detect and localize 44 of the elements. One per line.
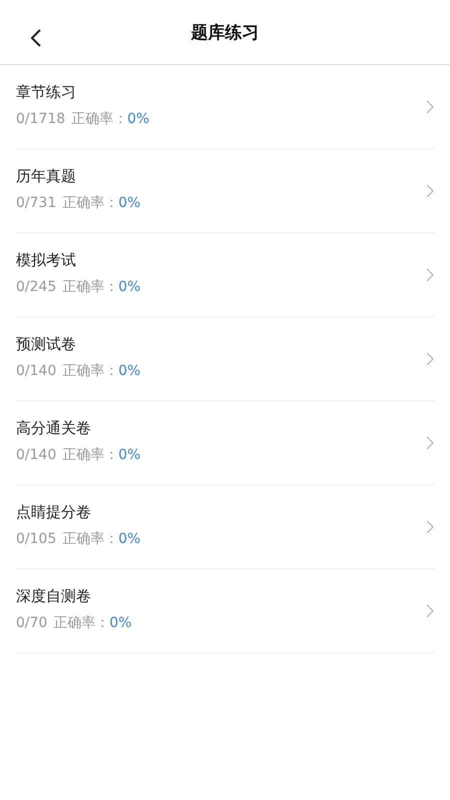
item-title: 章节练习 bbox=[16, 83, 77, 102]
list-item[interactable]: 模拟考试 0/245 正确率：0% bbox=[16, 233, 434, 317]
question-count: 0/105 bbox=[16, 531, 56, 547]
accuracy-label: 正确率： bbox=[62, 446, 118, 464]
accuracy-label: 正确率： bbox=[62, 362, 118, 380]
accuracy-value: 0% bbox=[109, 615, 132, 631]
accuracy-value: 0% bbox=[118, 279, 141, 295]
list-item[interactable]: 点睛提分卷 0/105 正确率：0% bbox=[16, 485, 434, 569]
accuracy-label: 正确率： bbox=[71, 110, 128, 128]
chevron-right-icon bbox=[426, 520, 434, 534]
item-title: 历年真题 bbox=[16, 167, 77, 186]
accuracy-label: 正确率： bbox=[62, 530, 118, 548]
chevron-right-icon bbox=[426, 436, 434, 450]
list-item[interactable]: 章节练习 0/1718 正确率：0% bbox=[16, 65, 434, 149]
list-item[interactable]: 历年真题 0/731 正确率：0% bbox=[16, 149, 434, 233]
list-item[interactable]: 预测试卷 0/140 正确率：0% bbox=[16, 317, 434, 401]
accuracy-label: 正确率： bbox=[62, 194, 118, 212]
item-title: 预测试卷 bbox=[16, 335, 77, 354]
accuracy-label: 正确率： bbox=[62, 278, 118, 296]
list-item[interactable]: 深度自测卷 0/70 正确率：0% bbox=[16, 569, 434, 653]
chevron-right-icon bbox=[426, 100, 434, 114]
accuracy-value: 0% bbox=[118, 195, 141, 211]
item-title: 高分通关卷 bbox=[16, 419, 92, 438]
question-count: 0/70 bbox=[16, 615, 48, 631]
item-title: 模拟考试 bbox=[16, 251, 77, 270]
question-count: 0/140 bbox=[16, 363, 56, 379]
question-count: 0/140 bbox=[16, 447, 56, 463]
accuracy-value: 0% bbox=[118, 447, 141, 463]
chevron-right-icon bbox=[426, 184, 434, 198]
chevron-right-icon bbox=[426, 352, 434, 366]
accuracy-label: 正确率： bbox=[53, 614, 110, 632]
accuracy-value: 0% bbox=[127, 111, 150, 127]
question-count: 0/731 bbox=[16, 195, 56, 211]
question-count: 0/245 bbox=[16, 279, 56, 295]
chevron-right-icon bbox=[426, 604, 434, 618]
chevron-right-icon bbox=[426, 268, 434, 282]
back-icon[interactable] bbox=[30, 28, 42, 48]
page-title: 题库练习 bbox=[191, 22, 259, 44]
question-count: 0/1718 bbox=[16, 111, 66, 127]
accuracy-value: 0% bbox=[118, 531, 141, 547]
list-item[interactable]: 高分通关卷 0/140 正确率：0% bbox=[16, 401, 434, 485]
accuracy-value: 0% bbox=[118, 363, 141, 379]
item-title: 深度自测卷 bbox=[16, 587, 92, 606]
item-title: 点睛提分卷 bbox=[16, 503, 92, 522]
